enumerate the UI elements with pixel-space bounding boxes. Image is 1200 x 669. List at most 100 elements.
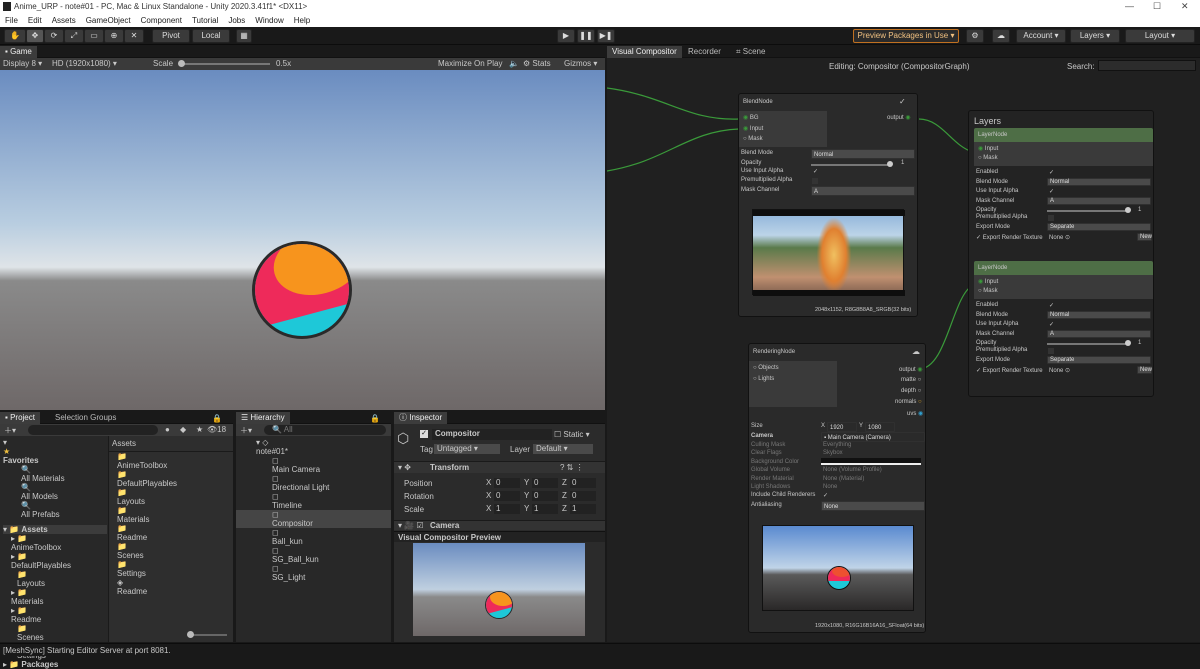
maximize-on-play[interactable]: Maximize On Play xyxy=(438,59,502,68)
size-x-field[interactable]: 1920 xyxy=(827,422,857,432)
custom-tool-icon[interactable]: ✕ xyxy=(124,29,144,43)
asset-item[interactable]: 📁 Settings xyxy=(117,560,233,578)
game-viewport[interactable] xyxy=(0,70,605,410)
tab-hierarchy[interactable]: ☰ Hierarchy xyxy=(236,412,290,424)
menu-window[interactable]: Window xyxy=(255,14,283,27)
port-input[interactable]: ◉ Input xyxy=(743,125,763,132)
fav-all-models[interactable]: 🔍 All Models xyxy=(3,483,107,501)
pause-button[interactable]: ❚❚ xyxy=(577,29,595,43)
blend-node[interactable]: BlendNode ✓ ◉ BG ◉ Input ○ Mask output ◉… xyxy=(738,93,918,317)
menu-tutorial[interactable]: Tutorial xyxy=(192,14,218,27)
enabled-checkbox[interactable]: ✓ xyxy=(1049,302,1054,309)
menu-gameobject[interactable]: GameObject xyxy=(86,14,131,27)
menu-file[interactable]: File xyxy=(5,14,18,27)
port-normals[interactable]: normals ○ xyxy=(895,399,922,405)
tab-game[interactable]: ▪ Game xyxy=(0,46,37,58)
port-mask[interactable]: ○ Mask xyxy=(978,155,998,161)
scale-slider-handle[interactable] xyxy=(178,60,185,67)
rotate-tool-icon[interactable]: ⟳ xyxy=(44,29,64,43)
hierarchy-item[interactable]: ◻ Ball_kun xyxy=(236,528,391,546)
opacity-slider-handle[interactable] xyxy=(1125,207,1131,213)
maximize-button[interactable]: ☐ xyxy=(1153,1,1161,12)
scale-z[interactable]: 1 xyxy=(570,504,596,514)
tree-folder[interactable]: 📁 Scenes xyxy=(3,624,107,642)
asset-item[interactable]: 📁 Materials xyxy=(117,506,233,524)
active-checkbox[interactable]: ✓ xyxy=(420,430,428,438)
local-toggle[interactable]: Local xyxy=(192,29,230,43)
export-mode-dropdown[interactable]: Separate xyxy=(1047,356,1151,364)
pivot-toggle[interactable]: Pivot xyxy=(152,29,190,43)
fav-all-materials[interactable]: 🔍 All Materials xyxy=(3,465,107,483)
asset-item[interactable]: 📁 Layouts xyxy=(117,488,233,506)
new-texture-button[interactable]: New xyxy=(1137,233,1152,241)
menu-jobs[interactable]: Jobs xyxy=(228,14,245,27)
packages-root[interactable]: ▸ 📁 Packages xyxy=(3,660,107,669)
tree-folder[interactable]: ▸ 📁 Readme xyxy=(3,606,107,624)
new-texture-button[interactable]: New xyxy=(1137,366,1152,374)
tree-folder[interactable]: ▸ 📁 DefaultPlayables xyxy=(3,552,107,570)
size-y-field[interactable]: 1080 xyxy=(865,422,895,432)
lock-icon[interactable]: 🔒 xyxy=(212,414,222,423)
layers-group[interactable]: Layers LayerNode ◉ Input ○ Mask Enabled … xyxy=(968,110,1154,397)
icon-size-handle[interactable] xyxy=(187,631,194,638)
layers-dropdown[interactable]: Layers ▾ xyxy=(1070,29,1120,43)
object-name-field[interactable]: Compositor xyxy=(432,429,552,440)
label-icon[interactable]: ◆ xyxy=(180,425,186,434)
minimize-button[interactable]: — xyxy=(1125,1,1134,11)
stats-toggle[interactable]: ⚙ Stats xyxy=(523,59,551,68)
resolution-dropdown[interactable]: HD (1920x1080) ▾ xyxy=(52,59,117,68)
close-button[interactable]: ✕ xyxy=(1181,1,1189,12)
transform-header[interactable]: ▾ ✥ Transform ? ⇅ ⋮ xyxy=(394,461,605,473)
transform-tool-icon[interactable]: ⊕ xyxy=(104,29,124,43)
port-output[interactable]: output ◉ xyxy=(899,366,923,373)
prop-value[interactable]: ✓ xyxy=(813,168,818,175)
layer-node-1[interactable]: LayerNode ◉ Input ○ Mask Enabled ✓ Blend… xyxy=(974,128,1153,242)
position-x[interactable]: 0 xyxy=(494,478,520,488)
port-objects[interactable]: ○ Objects xyxy=(753,365,779,371)
scale-y[interactable]: 1 xyxy=(532,504,558,514)
position-z[interactable]: 0 xyxy=(570,478,596,488)
rendering-node[interactable]: RenderingNode ☁ ○ Objects ○ Lights outpu… xyxy=(748,343,926,633)
asset-item[interactable]: 📁 Scenes xyxy=(117,542,233,560)
use-input-alpha-checkbox[interactable]: ✓ xyxy=(1049,188,1054,195)
export-render-texture-row[interactable]: ✓ Export Render Texture xyxy=(976,234,1043,241)
menu-component[interactable]: Component xyxy=(141,14,182,27)
premultiplied-checkbox[interactable] xyxy=(1048,215,1054,221)
menu-edit[interactable]: Edit xyxy=(28,14,42,27)
blend-mode-dropdown[interactable]: Normal xyxy=(1047,178,1151,186)
tag-dropdown[interactable]: Untagged ▾ xyxy=(434,444,500,454)
port-matte[interactable]: matte ○ xyxy=(901,377,921,383)
grid-snap-icon[interactable]: ▦ xyxy=(236,29,252,43)
position-y[interactable]: 0 xyxy=(532,478,558,488)
filter-icon[interactable]: ● xyxy=(165,425,170,434)
layer-node-2[interactable]: LayerNode ◉ Input ○ Mask Enabled ✓ Blend… xyxy=(974,261,1153,375)
port-mask[interactable]: ○ Mask xyxy=(743,136,763,142)
render-texture-field[interactable]: None ⊙ xyxy=(1049,367,1070,374)
tab-selection-groups[interactable]: Selection Groups xyxy=(50,412,121,424)
use-input-alpha-checkbox[interactable]: ✓ xyxy=(1049,321,1054,328)
favorites-header[interactable]: ▾ ★ Favorites xyxy=(3,438,107,465)
blend-mode-dropdown[interactable]: Normal xyxy=(811,149,915,159)
antialiasing-dropdown[interactable]: None xyxy=(821,501,925,511)
mask-channel-dropdown[interactable]: A xyxy=(1047,330,1151,338)
camera-field[interactable]: ▪ Main Camera (Camera) xyxy=(821,432,925,442)
layout-dropdown[interactable]: Layout ▾ xyxy=(1125,29,1195,43)
port-depth[interactable]: depth ○ xyxy=(901,388,921,394)
port-bg[interactable]: ◉ BG xyxy=(743,114,759,121)
include-child-checkbox[interactable]: ✓ xyxy=(823,492,828,499)
star-icon[interactable]: ★ xyxy=(196,425,203,434)
port-output[interactable]: output ◉ xyxy=(887,114,911,121)
rotation-y[interactable]: 0 xyxy=(532,491,558,501)
move-tool-icon[interactable]: ✥ xyxy=(26,29,44,43)
asset-item[interactable]: 📁 DefaultPlayables xyxy=(117,470,233,488)
icon-size-slider[interactable] xyxy=(189,634,227,636)
step-button[interactable]: ▶❚ xyxy=(597,29,615,43)
hierarchy-item[interactable]: ◻ SG_Light xyxy=(236,564,391,582)
project-search-input[interactable] xyxy=(28,425,158,435)
camera-header[interactable]: ▾ 🎥 ☑ Camera xyxy=(394,520,605,530)
tree-folder[interactable]: 📁 Layouts xyxy=(3,570,107,588)
render-texture-field[interactable]: None ⊙ xyxy=(1049,234,1070,241)
hierarchy-item[interactable]: ◻ SG_Ball_kun xyxy=(236,546,391,564)
static-toggle[interactable]: ☐ Static ▾ xyxy=(554,430,590,439)
rect-tool-icon[interactable]: ▭ xyxy=(84,29,104,43)
